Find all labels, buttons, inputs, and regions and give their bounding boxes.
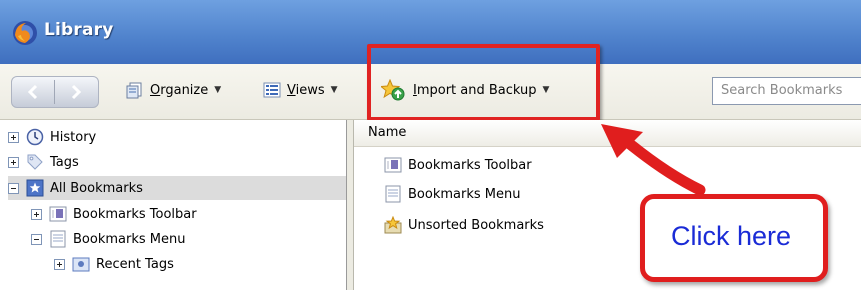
- organize-icon: [126, 82, 142, 99]
- collapse-toggle[interactable]: [31, 233, 42, 245]
- tree-item-label: Tags: [50, 154, 79, 170]
- callout-text: Click here: [671, 221, 792, 251]
- tree-item-all-bookmarks[interactable]: All Bookmarks: [8, 176, 346, 200]
- views-label: Views: [287, 82, 325, 98]
- pane-splitter[interactable]: [347, 120, 354, 290]
- tag-icon: [27, 154, 43, 170]
- annotation-arrow-icon: [601, 124, 706, 196]
- views-button[interactable]: Views ▼: [263, 79, 338, 101]
- unsorted-bookmarks-icon: [384, 216, 402, 234]
- tree-item-label: Bookmarks Toolbar: [73, 206, 197, 222]
- organize-button[interactable]: Organize ▼: [124, 79, 221, 101]
- forward-button[interactable]: [58, 80, 94, 104]
- search-placeholder: Search Bookmarks: [721, 83, 843, 98]
- window-title: Library: [44, 20, 114, 40]
- list-item-bookmarks-toolbar[interactable]: Bookmarks Toolbar: [384, 153, 532, 177]
- tree-item-recent-tags[interactable]: Recent Tags: [54, 252, 174, 276]
- nav-separator: [54, 80, 55, 104]
- list-item-label: Bookmarks Toolbar: [408, 157, 532, 173]
- views-list-icon: [263, 82, 281, 98]
- tree-item-label: Recent Tags: [96, 256, 174, 272]
- menu-folder-icon: [50, 230, 66, 248]
- expand-toggle[interactable]: [54, 258, 65, 270]
- expand-toggle[interactable]: [8, 131, 19, 143]
- tag-folder-icon: [72, 257, 90, 272]
- back-button[interactable]: [15, 80, 51, 104]
- tree-item-bookmarks-toolbar[interactable]: Bookmarks Toolbar: [31, 202, 197, 226]
- tree-item-label: History: [50, 129, 97, 145]
- tree-item-label: Bookmarks Menu: [73, 231, 186, 247]
- chevron-down-icon: ▼: [214, 85, 222, 95]
- list-item-unsorted-bookmarks[interactable]: Unsorted Bookmarks: [384, 213, 544, 237]
- column-header-label: Name: [368, 125, 407, 140]
- back-arrow-icon: [27, 84, 38, 100]
- click-here-callout: Click here: [640, 194, 828, 282]
- list-item-bookmarks-menu[interactable]: Bookmarks Menu: [384, 182, 520, 206]
- toolbar-folder-icon: [384, 157, 402, 173]
- tree-item-bookmarks-menu[interactable]: Bookmarks Menu: [31, 227, 185, 251]
- history-clock-icon: [26, 128, 44, 146]
- search-input[interactable]: Search Bookmarks: [712, 77, 861, 105]
- expand-toggle[interactable]: [8, 156, 19, 168]
- organize-label: Organize: [150, 82, 209, 98]
- list-item-label: Unsorted Bookmarks: [408, 217, 544, 233]
- chevron-down-icon: ▼: [330, 85, 338, 95]
- toolbar-folder-icon: [49, 206, 67, 222]
- star-folder-icon: [26, 179, 44, 197]
- tree-item-history[interactable]: History: [8, 125, 96, 149]
- highlight-box: [367, 44, 600, 121]
- firefox-logo-icon: [13, 21, 37, 45]
- tree-item-label: All Bookmarks: [50, 180, 143, 196]
- collapse-toggle[interactable]: [8, 182, 19, 194]
- forward-arrow-icon: [71, 84, 82, 100]
- list-item-label: Bookmarks Menu: [408, 186, 521, 202]
- folder-tree: History Tags All Bookmarks Bookmarks Too…: [0, 120, 347, 290]
- navigation-group: [11, 76, 99, 108]
- menu-folder-icon: [385, 185, 401, 203]
- tree-item-tags[interactable]: Tags: [8, 150, 79, 174]
- expand-toggle[interactable]: [31, 208, 42, 220]
